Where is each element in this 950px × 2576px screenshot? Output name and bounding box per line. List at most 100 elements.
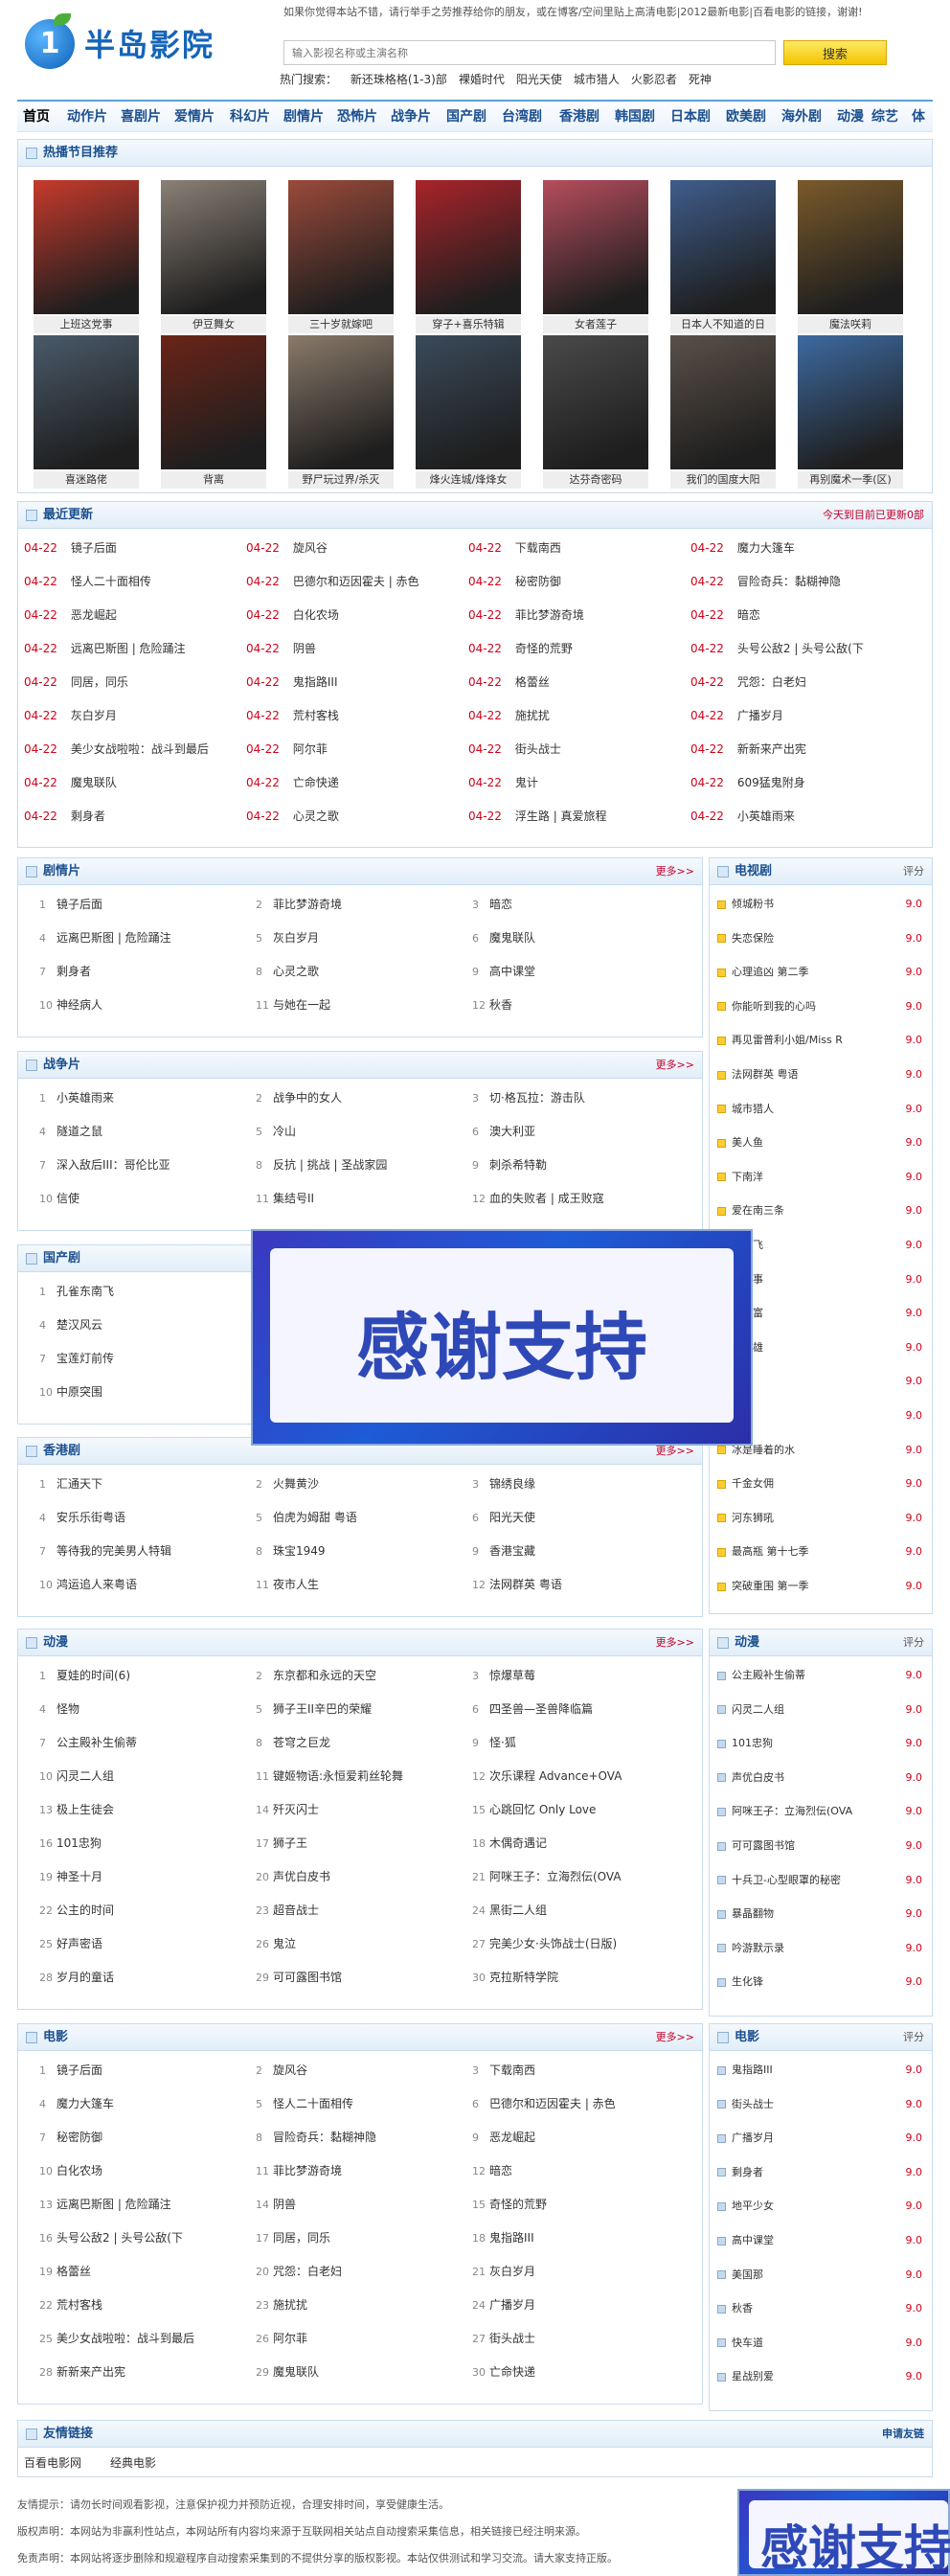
item-title[interactable]: 汇通天下: [57, 1477, 102, 1491]
item-title[interactable]: 超音战士: [273, 1904, 319, 1917]
apply-link[interactable]: 申请友链: [882, 2421, 924, 2448]
rank-title[interactable]: 吟游默示录: [732, 1942, 784, 1954]
item-title[interactable]: 白化农场: [57, 2164, 102, 2177]
more-link[interactable]: 更多>>: [656, 1052, 694, 1079]
poster-card[interactable]: 我们的国度大阳: [670, 335, 776, 489]
update-title[interactable]: 格蕾丝: [515, 675, 550, 689]
rank-title[interactable]: 广播岁月: [732, 2131, 774, 2144]
rank-title[interactable]: 高中课堂: [732, 2234, 774, 2246]
item-title[interactable]: 小英雄雨来: [57, 1091, 114, 1105]
item-title[interactable]: 闪灵二人组: [57, 1769, 114, 1783]
item-title[interactable]: 鬼指路III: [489, 2231, 534, 2245]
item-title[interactable]: 远离巴斯图 | 危险踊注: [57, 2198, 171, 2211]
rank-title[interactable]: 最高瓶 第十七季: [732, 1545, 809, 1558]
item-title[interactable]: 克拉斯特学院: [489, 1971, 558, 1984]
item-title[interactable]: 神圣十月: [57, 1870, 102, 1883]
item-title[interactable]: 公主殿补生偷蒂: [57, 1736, 137, 1749]
poster-card[interactable]: 野尸玩过界/杀灭: [288, 335, 394, 489]
item-title[interactable]: 键姬物语:永恒爱莉丝轮舞: [273, 1769, 403, 1783]
rank-title[interactable]: 101忠狗: [732, 1737, 773, 1749]
item-title[interactable]: 心跳回忆 Only Love: [489, 1803, 596, 1816]
item-title[interactable]: 歼灭闪士: [273, 1803, 319, 1816]
item-title[interactable]: 公主的时间: [57, 1904, 114, 1917]
update-title[interactable]: 广播岁月: [737, 709, 783, 722]
hot-search-item[interactable]: 裸婚时代: [459, 73, 505, 86]
update-title[interactable]: 鬼计: [515, 776, 538, 789]
nav-item[interactable]: 韩国剧: [615, 102, 655, 132]
poster-card[interactable]: 三十岁就嫁吧: [288, 180, 394, 333]
update-title[interactable]: 小英雄雨来: [737, 809, 795, 823]
more-link[interactable]: 更多>>: [656, 858, 694, 885]
nav-item[interactable]: 动作片: [67, 102, 107, 132]
poster-caption[interactable]: 三十岁就嫁吧: [288, 316, 394, 333]
poster-card[interactable]: 日本人不知道的日: [670, 180, 776, 333]
item-title[interactable]: 好声密语: [57, 1937, 102, 1950]
update-title[interactable]: 心灵之歌: [293, 809, 339, 823]
item-title[interactable]: 阴兽: [273, 2198, 296, 2211]
rank-title[interactable]: 阿咪王子：立海烈伝(OVA: [732, 1805, 852, 1817]
item-title[interactable]: 孔雀东南飞: [57, 1285, 114, 1298]
item-title[interactable]: 夏娃的时间(6): [57, 1669, 130, 1682]
item-title[interactable]: 黑街二人组: [489, 1904, 547, 1917]
poster-card[interactable]: 达芬奇密码: [543, 335, 648, 489]
update-title[interactable]: 恶龙崛起: [71, 608, 117, 622]
nav-item[interactable]: 香港剧: [559, 102, 599, 132]
nav-item[interactable]: 喜剧片: [121, 102, 161, 132]
poster-card[interactable]: 上班这党事: [34, 180, 139, 333]
rank-title[interactable]: 剩身者: [732, 2166, 763, 2178]
update-title[interactable]: 怪人二十面相传: [71, 575, 151, 588]
friend-link[interactable]: 百看电影网: [24, 2453, 81, 2473]
item-title[interactable]: 秋香: [489, 998, 512, 1012]
poster-caption[interactable]: 魔法咲莉: [798, 316, 903, 333]
item-title[interactable]: 街头战士: [489, 2332, 535, 2345]
thanks-banner[interactable]: 感谢支持: [251, 1229, 753, 1446]
update-title[interactable]: 暗恋: [737, 608, 760, 622]
item-title[interactable]: 四圣兽—圣兽降临篇: [489, 1702, 593, 1716]
rank-title[interactable]: 再见雷普利小姐/Miss R: [732, 1034, 843, 1046]
item-title[interactable]: 东京都和永远的天空: [273, 1669, 376, 1682]
item-title[interactable]: 伯虎为姆甜 粤语: [273, 1511, 357, 1524]
rank-title[interactable]: 城市猎人: [732, 1103, 774, 1115]
rank-title[interactable]: 地平少女: [732, 2200, 774, 2212]
poster-card[interactable]: 背离: [161, 335, 266, 489]
item-title[interactable]: 极上生徒会: [57, 1803, 114, 1816]
poster-caption[interactable]: 女者莲子: [543, 316, 648, 333]
item-title[interactable]: 施扰扰: [273, 2298, 307, 2312]
poster-image[interactable]: [161, 180, 266, 314]
item-title[interactable]: 反抗 | 挑战 | 圣战家园: [273, 1158, 387, 1172]
poster-caption[interactable]: 喜迷路佬: [34, 471, 139, 489]
item-title[interactable]: 与她在一起: [273, 998, 330, 1012]
rank-title[interactable]: 法网群英 粤语: [732, 1068, 799, 1081]
hot-search-item[interactable]: 死神: [689, 73, 712, 86]
rank-title[interactable]: 星战别爱: [732, 2370, 774, 2382]
friend-link[interactable]: 经典电影: [110, 2453, 156, 2473]
item-title[interactable]: 新新来产出宪: [57, 2365, 125, 2379]
nav-item[interactable]: 恐怖片: [337, 102, 377, 132]
update-title[interactable]: 609猛鬼附身: [737, 776, 805, 789]
update-title[interactable]: 街头战士: [515, 742, 561, 756]
item-title[interactable]: 苍穹之巨龙: [273, 1736, 330, 1749]
nav-item[interactable]: 欧美剧: [726, 102, 766, 132]
poster-image[interactable]: [34, 180, 139, 314]
poster-caption[interactable]: 烽火连城/烽烽女: [416, 471, 521, 489]
rank-title[interactable]: 闪灵二人组: [732, 1703, 784, 1716]
poster-image[interactable]: [670, 335, 776, 469]
rank-title[interactable]: 倾城粉书: [732, 898, 774, 910]
update-title[interactable]: 头号公敌2 | 头号公敌(下: [737, 642, 864, 655]
update-title[interactable]: 浮生路 | 真爱旅程: [515, 809, 607, 823]
item-title[interactable]: 鸿运追人来粤语: [57, 1578, 137, 1591]
item-title[interactable]: 秘密防御: [57, 2131, 102, 2144]
poster-image[interactable]: [161, 335, 266, 469]
poster-image[interactable]: [416, 335, 521, 469]
rank-title[interactable]: 鬼指路III: [732, 2063, 773, 2076]
update-title[interactable]: 魔力大篷车: [737, 541, 795, 555]
item-title[interactable]: 火舞黄沙: [273, 1477, 319, 1491]
nav-item[interactable]: 科幻片: [230, 102, 270, 132]
item-title[interactable]: 可可露图书馆: [273, 1971, 342, 1984]
search-input[interactable]: [284, 41, 767, 64]
update-title[interactable]: 旋风谷: [293, 541, 328, 555]
rank-title[interactable]: 街头战士: [732, 2098, 774, 2110]
update-title[interactable]: 奇怪的荒野: [515, 642, 573, 655]
poster-caption[interactable]: 再别魔术一季(区): [798, 471, 903, 489]
poster-image[interactable]: [34, 335, 139, 469]
